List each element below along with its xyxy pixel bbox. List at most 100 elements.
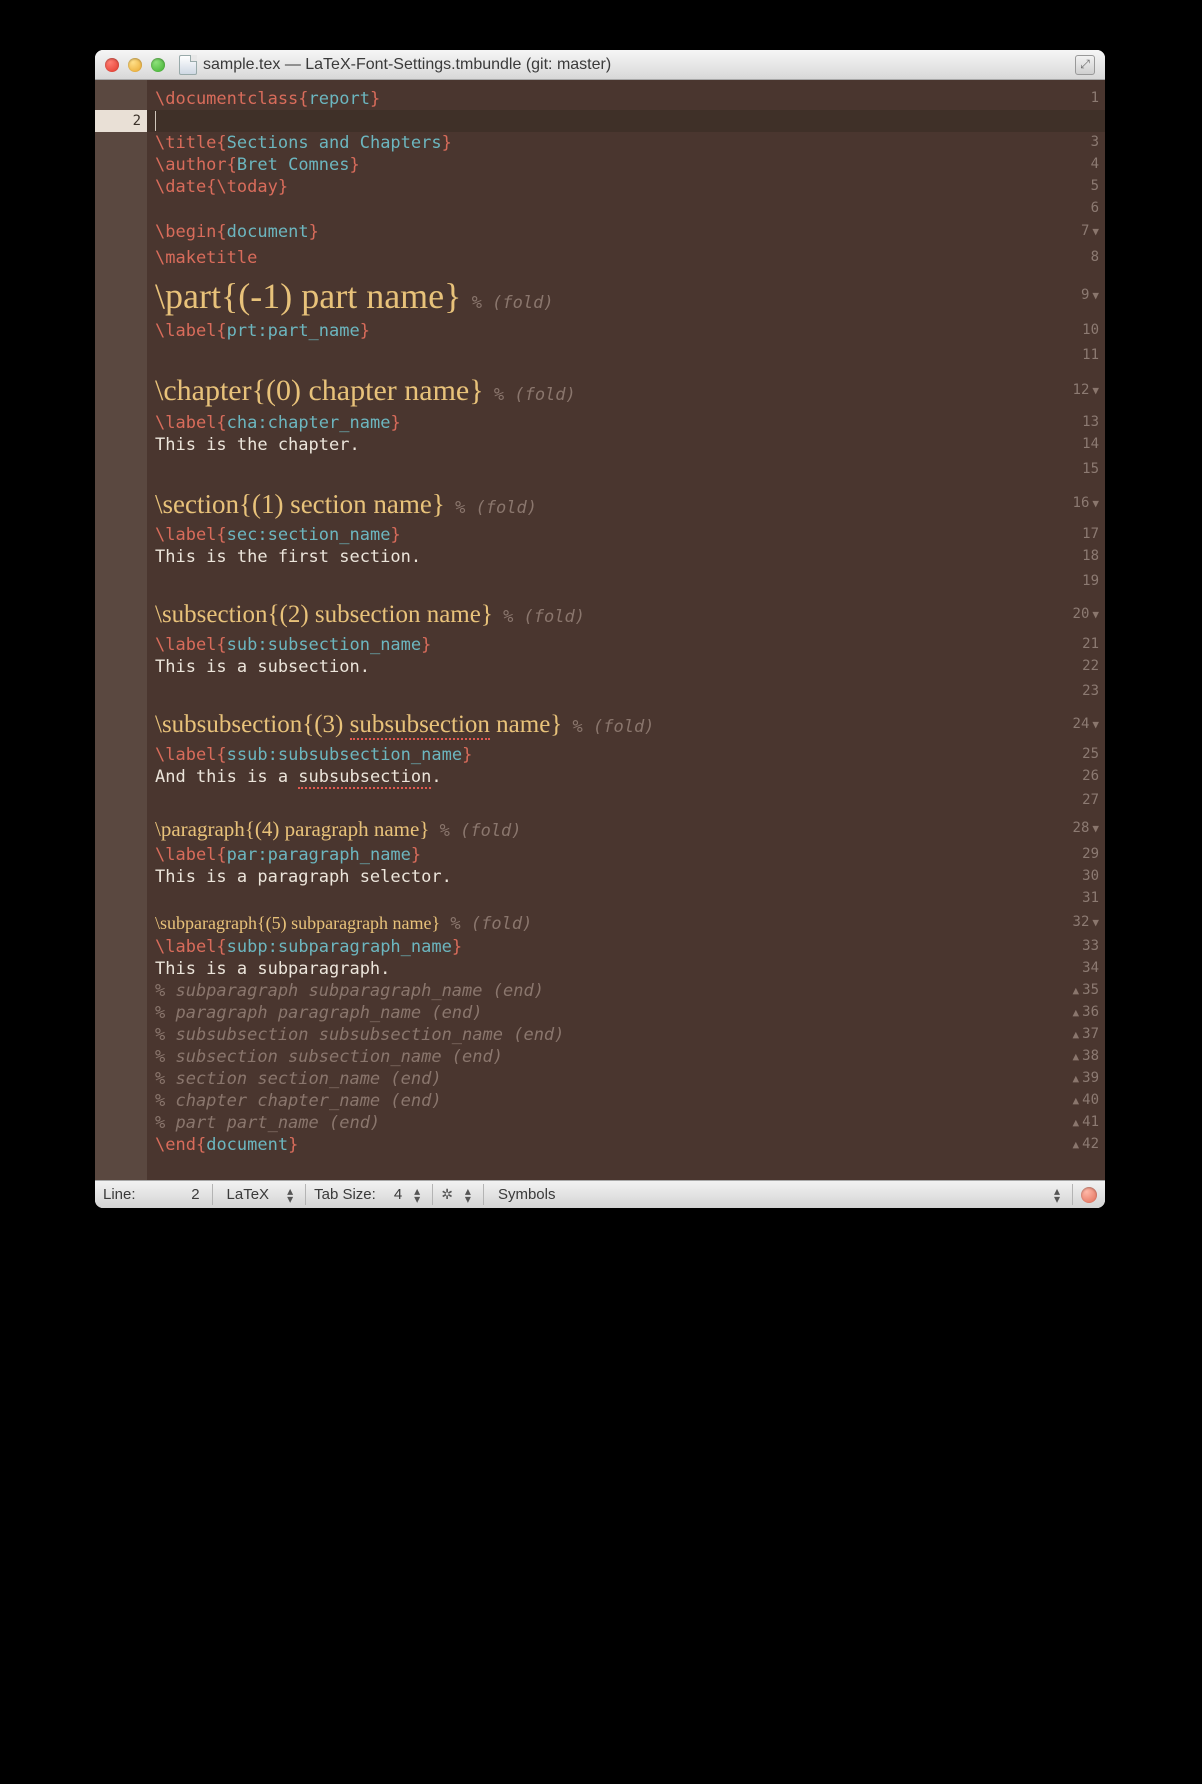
latex-argument: par:paragraph_name <box>227 845 411 865</box>
code-line[interactable] <box>155 568 1097 596</box>
brace: } <box>390 413 400 433</box>
code-line[interactable]: And this is a subsubsection. <box>155 766 1097 788</box>
fullscreen-button[interactable]: ⤢ <box>1075 55 1095 75</box>
latex-command: \date <box>155 177 206 197</box>
code-line[interactable]: % subparagraph subparagraph_name (end) <box>155 980 1097 1002</box>
language-stepper[interactable]: ▴▾ <box>283 1187 297 1203</box>
brace: { <box>216 413 226 433</box>
code-line[interactable]: \part{(-1) part name} % (fold) <box>155 272 1097 320</box>
code-line[interactable] <box>155 110 1097 132</box>
code-line[interactable]: \maketitle <box>155 244 1097 272</box>
code-line[interactable]: \subsubsection{(3) subsubsection name} %… <box>155 706 1097 744</box>
code-line[interactable]: % part part_name (end) <box>155 1112 1097 1134</box>
code-line[interactable]: % paragraph paragraph_name (end) <box>155 1002 1097 1024</box>
code-line[interactable]: \label{sec:section_name} <box>155 524 1097 546</box>
fold-comment: % (fold) <box>461 293 553 313</box>
fold-comment: % (fold) <box>562 717 654 737</box>
comment: % chapter chapter_name (end) <box>155 1091 442 1111</box>
brace: } <box>390 525 400 545</box>
code-line[interactable]: \title{Sections and Chapters} <box>155 132 1097 154</box>
section-name: name <box>490 711 550 738</box>
latex-section-command: \chapter <box>155 374 252 407</box>
code-line[interactable]: \label{prt:part_name} <box>155 320 1097 342</box>
code-line[interactable]: This is a subsection. <box>155 656 1097 678</box>
latex-argument: Bret Comnes <box>237 155 350 175</box>
brace: } <box>550 711 562 738</box>
symbols-stepper[interactable]: ▴▾ <box>1050 1187 1064 1203</box>
gear-stepper[interactable]: ▴▾ <box>461 1187 475 1203</box>
line-gutter[interactable]: 1234567▼89▼101112▼13141516▼17181920▼2122… <box>95 80 147 1180</box>
brace: { <box>302 711 314 738</box>
code-editor[interactable]: 1234567▼89▼101112▼13141516▼17181920▼2122… <box>95 80 1105 1180</box>
symbols-selector[interactable]: Symbols <box>492 1186 1042 1203</box>
brace: { <box>216 845 226 865</box>
latex-section-command: \part <box>155 276 221 316</box>
code-line[interactable]: \end{document} <box>155 1134 1097 1156</box>
code-line[interactable]: % section section_name (end) <box>155 1068 1097 1090</box>
code-line[interactable]: % subsection subsection_name (end) <box>155 1046 1097 1068</box>
latex-argument: ssub:subsubsection_name <box>227 745 462 765</box>
code-line[interactable]: % subsubsection subsubsection_name (end) <box>155 1024 1097 1046</box>
gear-icon[interactable]: ✲ <box>441 1186 453 1203</box>
latex-command: \label <box>155 321 216 341</box>
spelling-flag: subsubsection <box>298 767 431 789</box>
language-selector[interactable]: LaTeX <box>221 1186 276 1203</box>
code-line[interactable]: \begin{document} <box>155 220 1097 244</box>
comment: % subsubsection subsubsection_name (end) <box>155 1025 564 1045</box>
code-line[interactable]: \label{ssub:subsubsection_name} <box>155 744 1097 766</box>
code-line[interactable] <box>155 678 1097 706</box>
latex-section-command: \subparagraph <box>155 913 257 933</box>
brace: { <box>216 525 226 545</box>
latex-section-command: \section <box>155 489 239 519</box>
fold-comment: % (fold) <box>484 385 576 405</box>
code-line[interactable]: \date{\today} <box>155 176 1097 198</box>
brace: { <box>221 276 238 316</box>
code-line[interactable]: \label{par:paragraph_name} <box>155 844 1097 866</box>
record-macro-button[interactable] <box>1081 1187 1097 1203</box>
brace: { <box>196 1135 206 1155</box>
code-line[interactable]: \paragraph{(4) paragraph name} % (fold) <box>155 814 1097 844</box>
code-line[interactable] <box>155 888 1097 910</box>
titlebar[interactable]: sample.tex — LaTeX-Font-Settings.tmbundl… <box>95 50 1105 80</box>
code-line[interactable] <box>155 198 1097 220</box>
code-line[interactable] <box>155 342 1097 370</box>
brace: } <box>469 374 483 407</box>
code-line[interactable]: \chapter{(0) chapter name} % (fold) <box>155 370 1097 412</box>
code-line[interactable]: \subsection{(2) subsection name} % (fold… <box>155 596 1097 634</box>
latex-command: \documentclass <box>155 89 298 109</box>
latex-argument: report <box>309 89 370 109</box>
comment: % part part_name (end) <box>155 1113 380 1133</box>
close-icon[interactable] <box>105 58 119 72</box>
code-line[interactable]: This is a subparagraph. <box>155 958 1097 980</box>
code-line[interactable] <box>155 456 1097 484</box>
section-name: (4) paragraph name <box>255 817 419 841</box>
latex-section-command: \paragraph <box>155 817 245 841</box>
brace: } <box>309 222 319 242</box>
plain-text: This is the first section. <box>155 547 421 567</box>
divider <box>432 1184 433 1205</box>
brace: } <box>350 155 360 175</box>
line-number-field[interactable]: 2 <box>144 1186 204 1203</box>
code-line[interactable]: \section{(1) section name} % (fold) <box>155 484 1097 524</box>
latex-argument: document <box>206 1135 288 1155</box>
divider <box>1072 1184 1073 1205</box>
code-line[interactable]: This is a paragraph selector. <box>155 866 1097 888</box>
tab-size-stepper[interactable]: ▴▾ <box>410 1187 424 1203</box>
code-line[interactable]: \label{sub:subsection_name} <box>155 634 1097 656</box>
comment: % subparagraph subparagraph_name (end) <box>155 981 544 1001</box>
code-line[interactable]: \label{cha:chapter_name} <box>155 412 1097 434</box>
code-line[interactable]: \author{Bret Comnes} <box>155 154 1097 176</box>
brace: { <box>245 817 255 841</box>
code-line[interactable]: % chapter chapter_name (end) <box>155 1090 1097 1112</box>
plain-text: . <box>431 767 441 787</box>
zoom-icon[interactable] <box>151 58 165 72</box>
code-line[interactable]: This is the first section. <box>155 546 1097 568</box>
code-line[interactable]: \label{subp:subparagraph_name} <box>155 936 1097 958</box>
latex-command: \begin <box>155 222 216 242</box>
code-line[interactable] <box>155 788 1097 814</box>
code-line[interactable]: This is the chapter. <box>155 434 1097 456</box>
tab-size-value[interactable]: 4 <box>384 1186 402 1203</box>
code-line[interactable]: \documentclass{report} <box>155 88 1097 110</box>
minimize-icon[interactable] <box>128 58 142 72</box>
code-line[interactable]: \subparagraph{(5) subparagraph name} % (… <box>155 910 1097 936</box>
